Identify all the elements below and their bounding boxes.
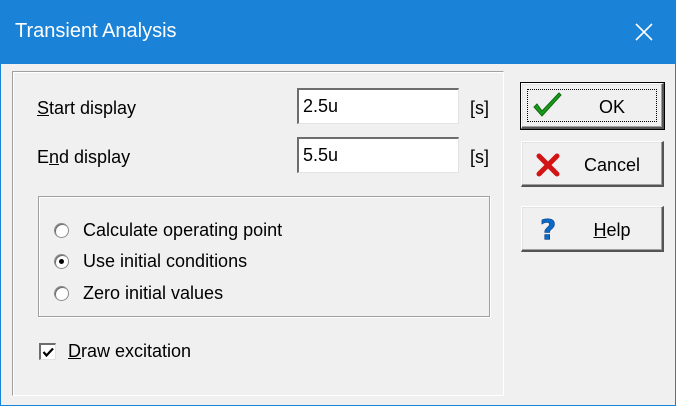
radio-calculate-operating-point[interactable]: Calculate operating point [54,220,282,241]
help-button[interactable]: ? Help [521,206,664,252]
draw-excitation-checkbox-row[interactable]: Draw excitation [39,341,191,362]
dialog-window: Transient Analysis Start display [s] End… [0,0,676,406]
close-icon [635,23,653,41]
checkmark-icon [42,347,54,358]
end-display-input[interactable] [297,137,459,173]
help-label: Help [593,220,631,240]
draw-excitation-checkbox[interactable] [39,343,56,360]
radio-label: Zero initial values [83,283,224,303]
radio-button[interactable] [54,223,69,238]
draw-excitation-label: Draw excitation [68,341,192,361]
radio-zero-initial-values[interactable]: Zero initial values [54,283,223,304]
start-display-input[interactable] [297,88,459,124]
radio-label: Calculate operating point [83,220,283,240]
ok-label: OK [598,97,625,117]
window-title: Transient Analysis [15,20,177,42]
radio-button[interactable] [54,254,69,269]
radio-label: Use initial conditions [83,251,248,271]
start-display-unit: [s] [470,98,490,118]
cancel-label: Cancel [583,155,641,175]
end-display-label: End display [37,147,131,167]
close-button[interactable] [611,0,676,64]
cancel-button[interactable]: Cancel [521,141,664,187]
title-bar[interactable]: Transient Analysis [1,0,676,64]
radio-use-initial-conditions[interactable]: Use initial conditions [54,251,247,272]
ok-button[interactable]: OK [520,82,665,130]
start-display-label: Start display [37,98,137,118]
radio-button[interactable] [54,286,69,301]
end-display-unit: [s] [470,147,490,167]
